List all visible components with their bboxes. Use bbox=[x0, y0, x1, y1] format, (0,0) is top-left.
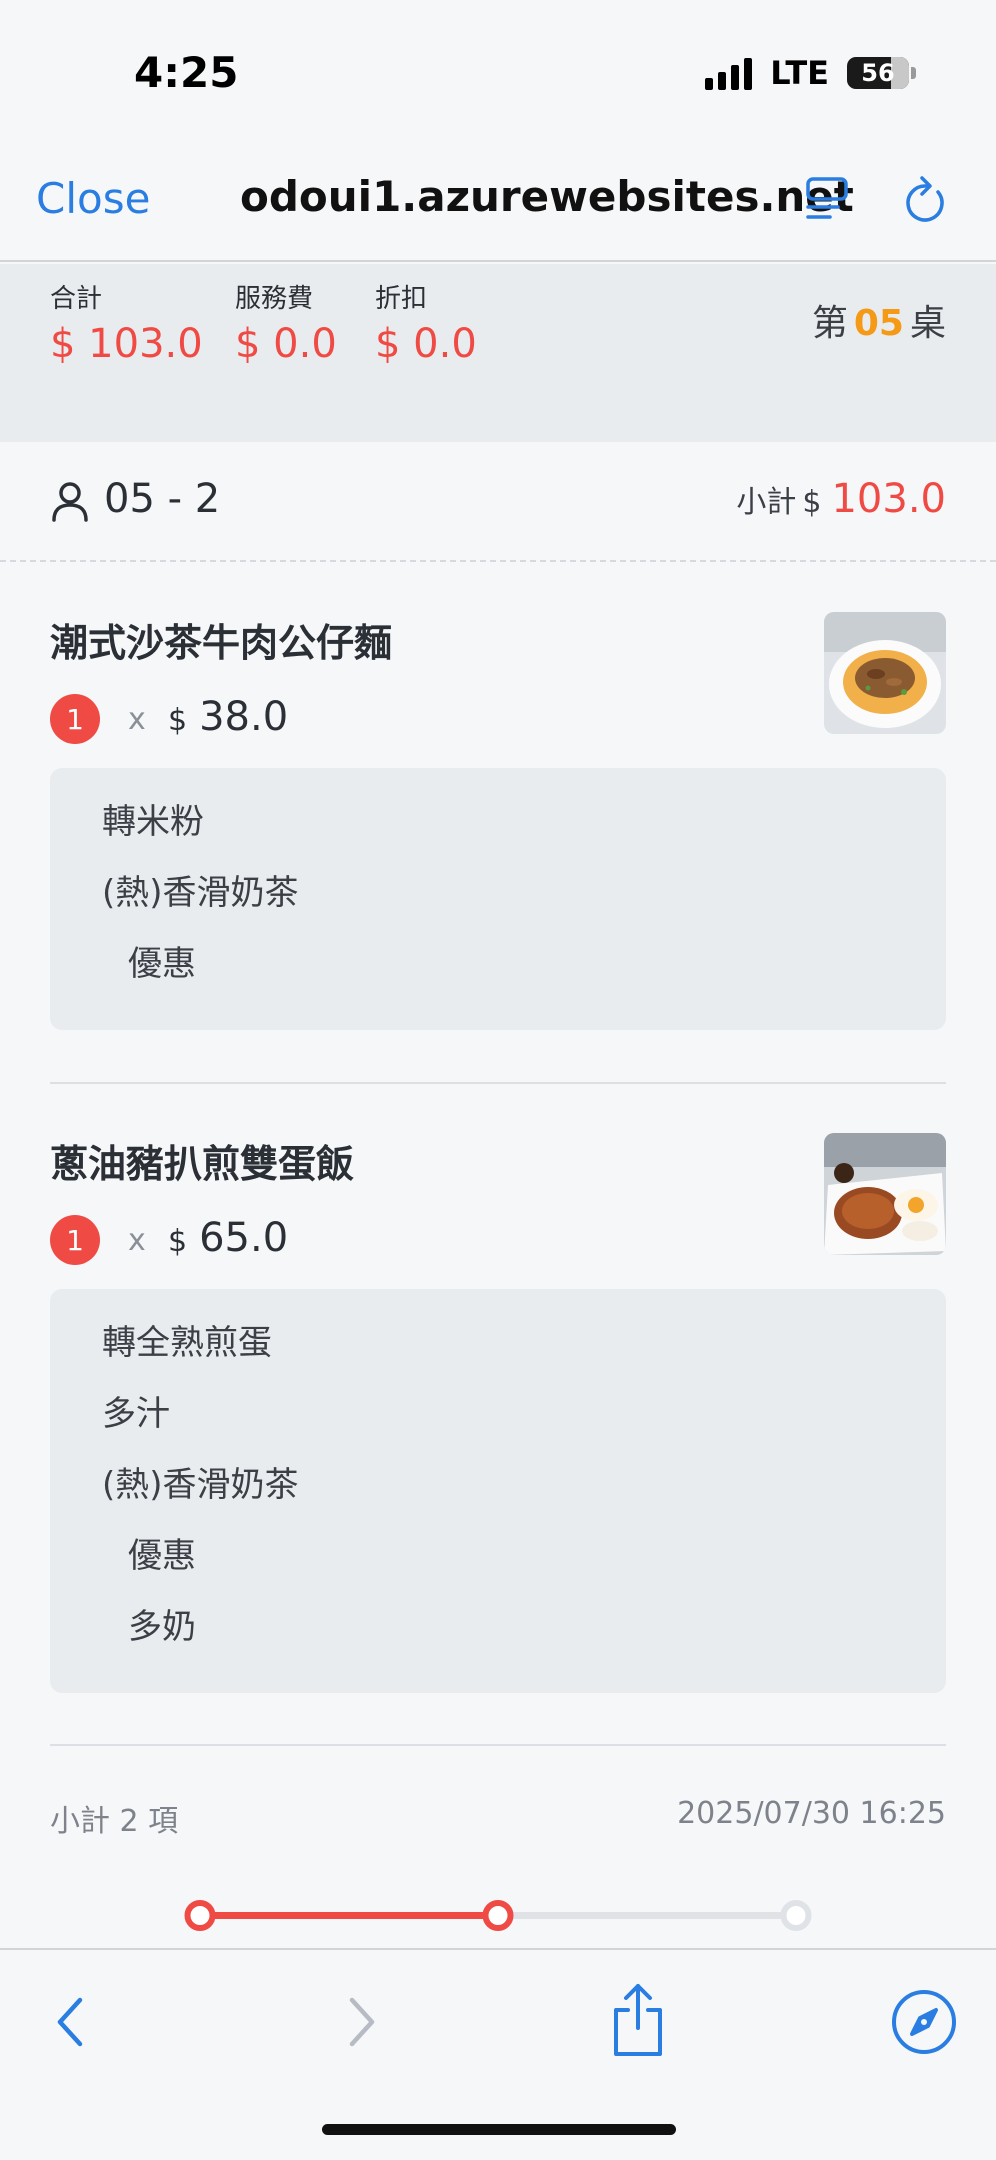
battery-icon: 56 bbox=[847, 57, 916, 89]
guest-header: 05 - 2 小計 $ 103.0 bbox=[0, 442, 996, 562]
item-image-pork-chop-rice bbox=[824, 1133, 946, 1255]
service-value: $ 0.0 bbox=[235, 321, 337, 367]
option-line: (熱)香滑奶茶 bbox=[102, 873, 299, 913]
item-divider bbox=[50, 1082, 946, 1084]
person-icon bbox=[50, 480, 90, 524]
option-subline: 優惠 bbox=[128, 1536, 196, 1576]
url-title: odoui1.azurewebsites.net bbox=[240, 172, 854, 221]
progress-step bbox=[184, 1900, 216, 1931]
option-subline: 優惠 bbox=[128, 944, 196, 984]
forward-icon[interactable] bbox=[328, 1990, 392, 2054]
quantity-badge: 1 bbox=[50, 1215, 100, 1265]
reload-icon[interactable] bbox=[902, 174, 950, 226]
progress-step bbox=[780, 1900, 812, 1931]
table-prefix: 第 bbox=[811, 303, 848, 344]
discount-block: 折扣 $ 0.0 bbox=[375, 278, 477, 367]
service-block: 服務費 $ 0.0 bbox=[235, 278, 337, 367]
subtotal-label: 小計 bbox=[736, 485, 797, 520]
signal-icon bbox=[705, 56, 753, 90]
times-sign: x bbox=[128, 702, 146, 737]
subtotal-currency: $ bbox=[802, 485, 822, 520]
item-count: 小計 2 項 bbox=[50, 1804, 179, 1839]
back-icon[interactable] bbox=[40, 1990, 104, 2054]
subtotal-value: 103.0 bbox=[831, 476, 946, 522]
discount-value: $ 0.0 bbox=[375, 321, 477, 367]
service-label: 服務費 bbox=[235, 284, 314, 314]
option-line: 轉全熟煎蛋 bbox=[102, 1323, 272, 1363]
option-line: 多汁 bbox=[102, 1394, 170, 1434]
clock: 4:25 bbox=[134, 48, 239, 97]
order-summary: 合計 $ 103.0 服務費 $ 0.0 折扣 $ 0.0 第 05 桌 bbox=[0, 264, 996, 442]
browser-header: Close odoui1.azurewebsites.net bbox=[0, 150, 996, 262]
price-value: 38.0 bbox=[199, 694, 289, 740]
order-progress bbox=[184, 1900, 812, 1931]
price-currency: $ bbox=[168, 703, 188, 738]
item-image-beef-noodle bbox=[824, 612, 946, 734]
item-divider bbox=[50, 1744, 946, 1746]
item-price: $ 65.0 bbox=[168, 1215, 288, 1261]
price-value: 65.0 bbox=[199, 1215, 289, 1261]
option-line: 轉米粉 bbox=[102, 802, 204, 842]
progress-step bbox=[482, 1900, 514, 1931]
order-footer: 小計 2 項 2025/07/30 16:25 bbox=[50, 1796, 946, 1840]
total-value: $ 103.0 bbox=[50, 321, 203, 367]
guest-label: 05 - 2 bbox=[104, 476, 221, 522]
close-button[interactable]: Close bbox=[36, 174, 150, 223]
item-options: 轉全熟煎蛋 多汁 (熱)香滑奶茶 優惠 多奶 bbox=[50, 1289, 946, 1693]
guest-subtotal: 小計 $ 103.0 bbox=[736, 476, 946, 522]
table-number-value: 05 bbox=[853, 303, 904, 344]
item-options: 轉米粉 (熱)香滑奶茶 優惠 bbox=[50, 768, 946, 1030]
status-bar: 4:25 LTE 56 bbox=[0, 0, 996, 150]
battery-level: 56 bbox=[861, 59, 895, 87]
compass-icon[interactable] bbox=[888, 1986, 960, 2058]
discount-label: 折扣 bbox=[375, 284, 428, 314]
table-number: 第 05 桌 bbox=[812, 294, 946, 346]
total-block: 合計 $ 103.0 bbox=[50, 278, 203, 367]
total-label: 合計 bbox=[50, 284, 103, 314]
share-icon[interactable] bbox=[606, 1980, 670, 2060]
price-currency: $ bbox=[168, 1224, 188, 1259]
times-sign: x bbox=[128, 1223, 146, 1258]
home-indicator bbox=[322, 2124, 676, 2135]
item-price: $ 38.0 bbox=[168, 694, 288, 740]
table-suffix: 桌 bbox=[909, 303, 946, 344]
progress-fill bbox=[200, 1912, 498, 1919]
item-name: 潮式沙茶牛肉公仔麵 bbox=[50, 621, 393, 665]
order-timestamp: 2025/07/30 16:25 bbox=[677, 1796, 946, 1831]
quantity-badge: 1 bbox=[50, 694, 100, 744]
network-type: LTE bbox=[770, 54, 829, 92]
reader-view-icon[interactable] bbox=[804, 174, 852, 222]
status-indicators: LTE 56 bbox=[705, 54, 916, 92]
option-subline: 多奶 bbox=[128, 1607, 196, 1647]
item-name: 蔥油豬扒煎雙蛋飯 bbox=[50, 1142, 355, 1186]
option-line: (熱)香滑奶茶 bbox=[102, 1465, 299, 1505]
